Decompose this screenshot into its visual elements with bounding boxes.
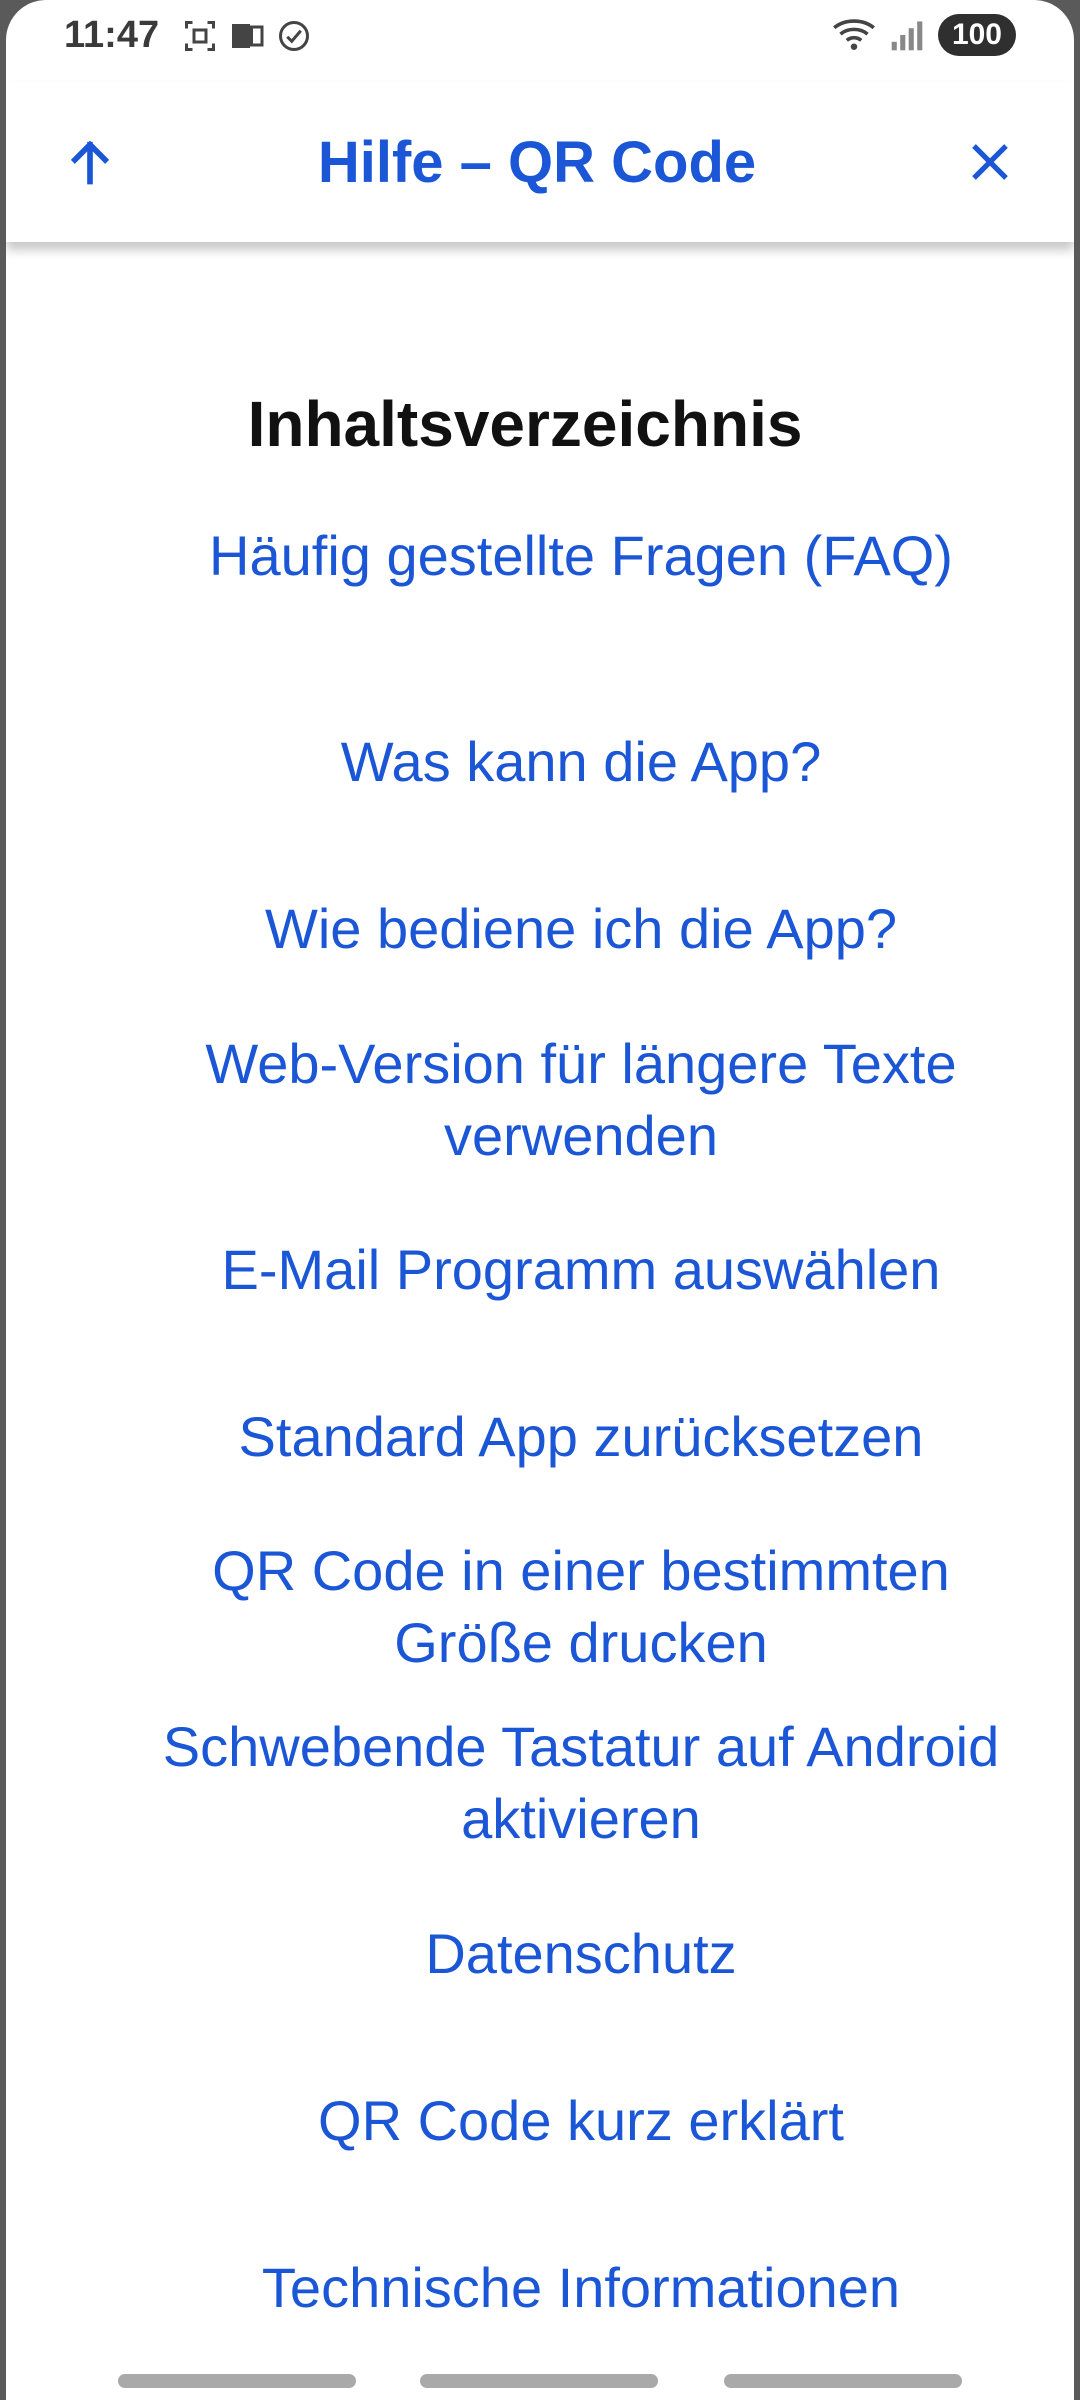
status-time: 11:47: [64, 14, 160, 56]
toc-link-what-can-app[interactable]: Was kann die App?: [96, 726, 1066, 798]
status-icons-right: 100: [832, 14, 1016, 56]
toc-link-label: E-Mail Programm auswählen: [221, 1238, 941, 1301]
toc-link-how-to-use[interactable]: Wie bediene ich die App?: [96, 893, 1066, 965]
page-title: Hilfe – QR Code: [317, 129, 757, 195]
battery-indicator: 100: [937, 14, 1016, 56]
status-bar: 11:47 100: [6, 0, 1074, 76]
toc-link-label: QR Code kurz erklärt: [318, 2089, 844, 2152]
toc-link-faq[interactable]: Häufig gestellte Fragen (FAQ): [96, 520, 1066, 592]
toc-link-label: Wie bediene ich die App?: [265, 897, 897, 960]
toc-heading: Inhaltsverzeichnis: [247, 388, 803, 460]
toc-link-floating-keyboard[interactable]: Schwebende Tastatur auf Android aktivier…: [96, 1711, 1066, 1855]
toc-link-label: Web-Version für längere Texte verwenden: [205, 1032, 957, 1167]
toc-link-label: QR Code in einer bestimmten Größe drucke…: [212, 1539, 950, 1674]
close-button[interactable]: [950, 122, 1030, 202]
help-content: Inhaltsverzeichnis Häufig gestellte Frag…: [6, 242, 1074, 2400]
toc-link-print-qr-size[interactable]: QR Code in einer bestimmten Größe drucke…: [96, 1535, 1066, 1679]
toc-link-label: Standard App zurücksetzen: [238, 1405, 924, 1468]
up-button[interactable]: [50, 122, 130, 202]
arrow-up-icon: [70, 140, 110, 185]
toc-link-label: Datenschutz: [425, 1922, 737, 1985]
signal-icon: [891, 21, 923, 51]
toc-link-email-program[interactable]: E-Mail Programm auswählen: [96, 1234, 1066, 1306]
nav-pill-left[interactable]: [118, 2374, 356, 2388]
toc-link-technical-info[interactable]: Technische Informationen: [96, 2252, 1066, 2324]
toc-link-reset-default-app[interactable]: Standard App zurücksetzen: [96, 1401, 1066, 1473]
toc-link-privacy[interactable]: Datenschutz: [96, 1918, 1066, 1990]
wifi-icon: [832, 19, 875, 50]
app-toolbar: Hilfe – QR Code: [6, 82, 1074, 242]
screenshot-icon: [185, 21, 215, 51]
check-circle-icon: [279, 21, 309, 51]
device-icon: [232, 24, 264, 48]
toc-link-label: Schwebende Tastatur auf Android aktivier…: [162, 1715, 1000, 1850]
toc-link-label: Häufig gestellte Fragen (FAQ): [209, 524, 953, 587]
app-screen: 11:47 100 Hilfe – QR Code Inhaltsverzeic…: [6, 0, 1074, 2400]
close-icon: [972, 144, 1008, 180]
toc-link-label: Was kann die App?: [340, 730, 822, 793]
toc-link-web-version[interactable]: Web-Version für längere Texte verwenden: [96, 1028, 1066, 1172]
nav-pill-center[interactable]: [420, 2374, 658, 2388]
toc-link-label: Technische Informationen: [261, 2256, 901, 2319]
status-icons-left: [182, 18, 312, 54]
nav-pill-right[interactable]: [724, 2374, 962, 2388]
toc-link-qr-explained[interactable]: QR Code kurz erklärt: [96, 2085, 1066, 2157]
